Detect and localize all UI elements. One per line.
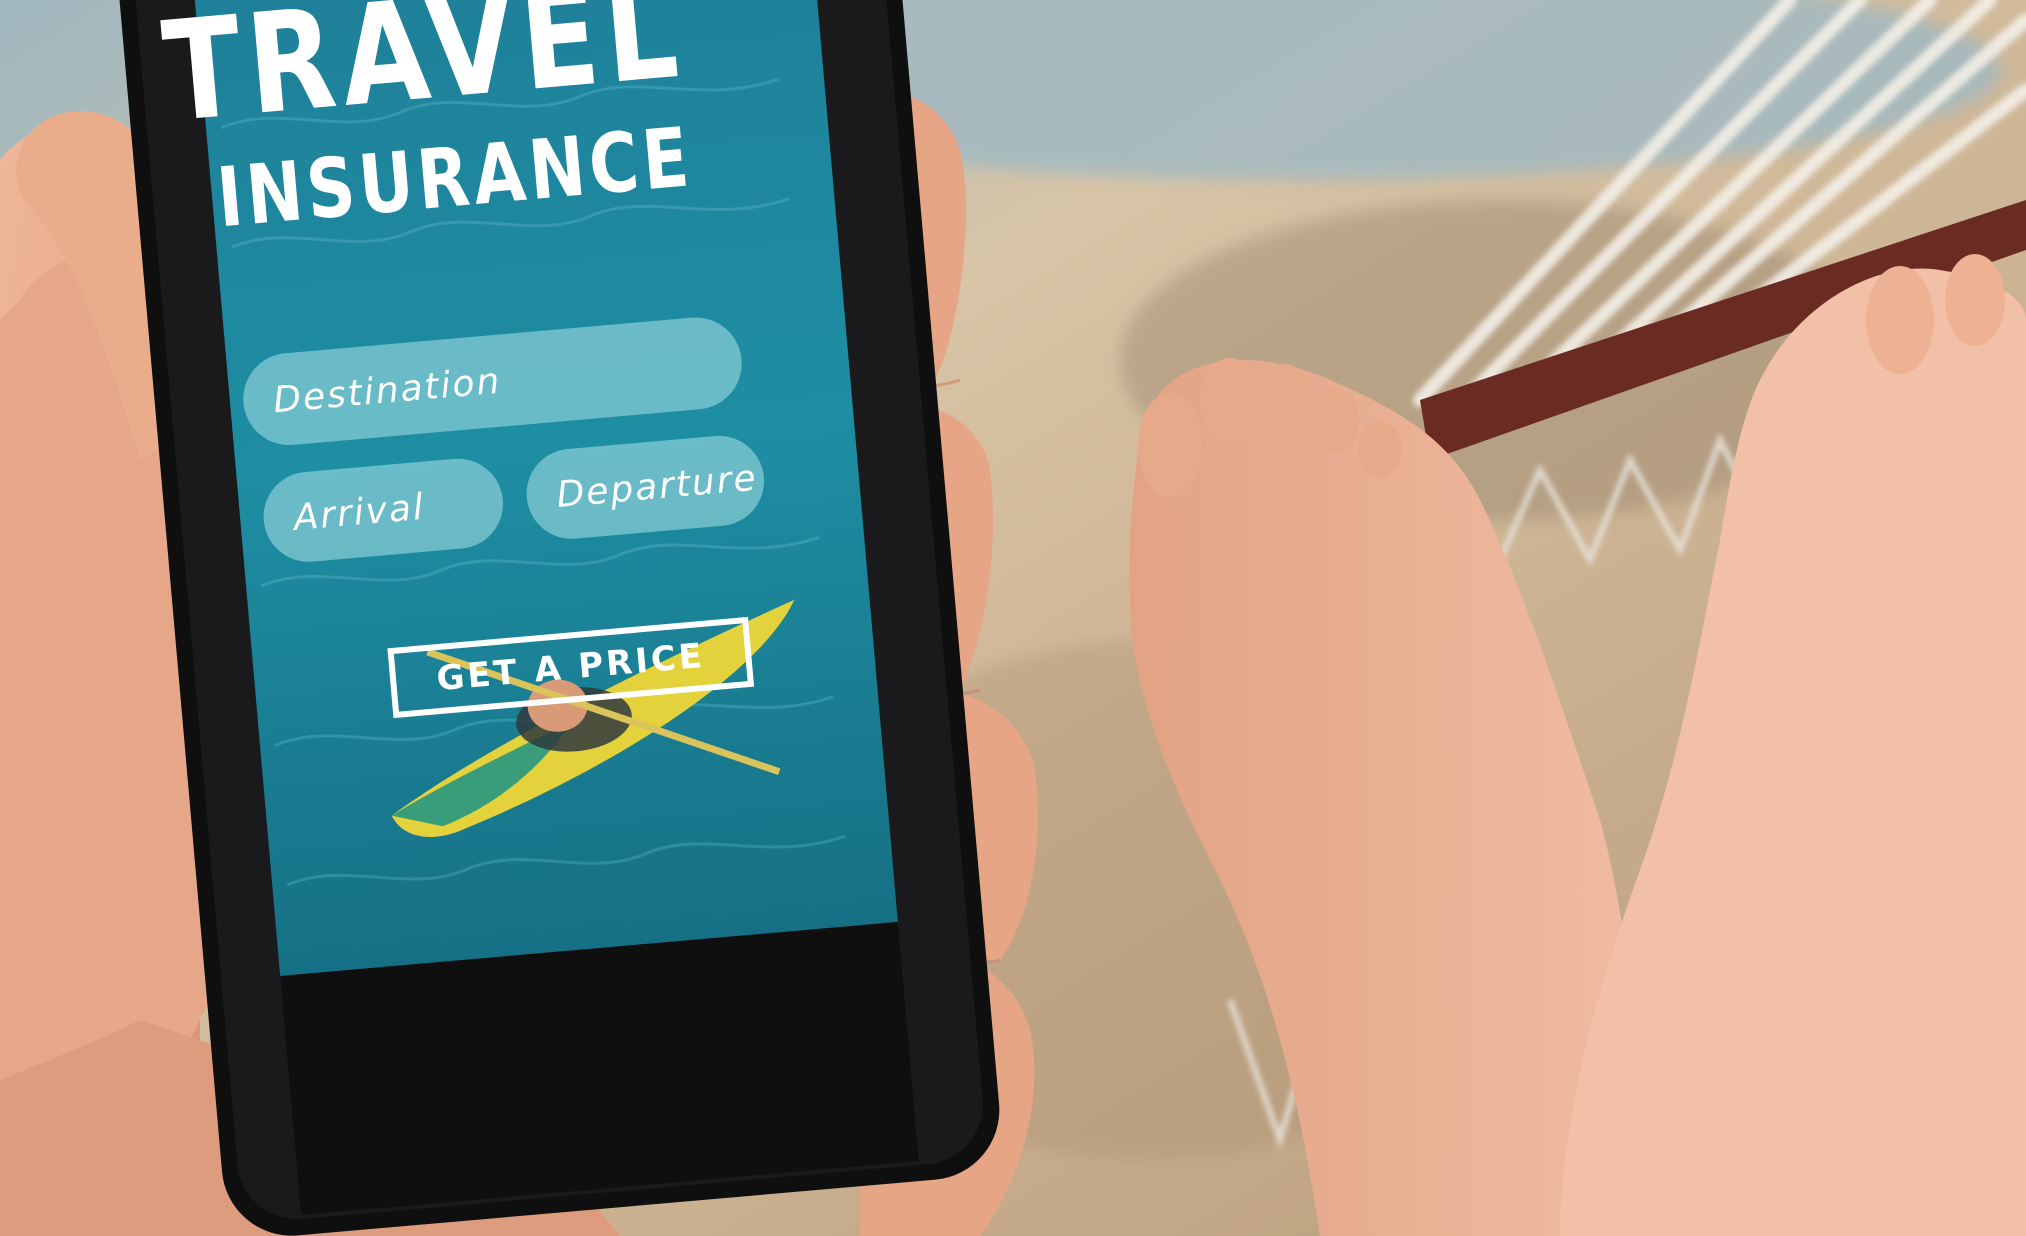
destination-field[interactable]: Destination <box>239 313 746 449</box>
arrival-placeholder: Arrival <box>291 486 427 539</box>
arrival-field[interactable]: Arrival <box>259 454 507 566</box>
destination-placeholder: Destination <box>271 360 503 421</box>
get-a-price-button[interactable]: GET A PRICE <box>387 616 755 719</box>
departure-field[interactable]: Departure <box>522 432 768 543</box>
departure-placeholder: Departure <box>554 457 760 516</box>
photo-scene: TRAVEL INSURANCE Destination Arrival Dep… <box>0 0 2026 1236</box>
app-screen: TRAVEL INSURANCE Destination Arrival Dep… <box>157 0 833 971</box>
get-a-price-label: GET A PRICE <box>434 635 707 700</box>
